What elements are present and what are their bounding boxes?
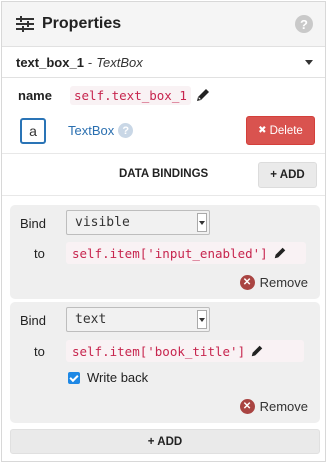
textbox-doc-link[interactable]: TextBox ?	[68, 123, 246, 138]
remove-label: Remove	[259, 399, 308, 414]
property-select-value: text	[75, 312, 107, 327]
component-selector[interactable]: text_box_1 - TextBox	[2, 47, 325, 78]
binding-expression[interactable]: self.item['input_enabled']	[66, 242, 306, 264]
add-binding-button[interactable]: + ADD	[258, 161, 317, 188]
component-type: TextBox	[96, 54, 143, 70]
chevron-down-icon[interactable]	[305, 59, 313, 65]
add-binding-bottom-button[interactable]: + ADD	[10, 429, 320, 454]
write-back-checkbox[interactable]	[68, 372, 80, 384]
textbox-link-label[interactable]: TextBox	[68, 123, 114, 138]
delete-button[interactable]: ✖ Delete	[246, 116, 315, 145]
property-select[interactable]: text	[66, 307, 210, 332]
name-row: name self.text_box_1	[2, 82, 325, 108]
chevron-down-icon[interactable]	[197, 213, 207, 232]
data-bindings-header: DATA BINDINGS + ADD	[2, 154, 325, 196]
pencil-icon[interactable]	[273, 246, 287, 260]
pencil-icon[interactable]	[195, 87, 211, 103]
remove-label: Remove	[259, 275, 308, 290]
write-back-label: Write back	[87, 370, 149, 385]
panel-header: Properties ?	[2, 2, 325, 47]
property-select[interactable]: visible	[66, 210, 210, 235]
binding-card: Bind text to self.item['book_title'] Wri…	[10, 302, 320, 423]
name-label: name	[18, 87, 52, 103]
properties-panel: Properties ? text_box_1 - TextBox name s…	[1, 1, 326, 462]
binding-expression[interactable]: self.item['book_title']	[66, 340, 304, 362]
remove-icon: ✕	[239, 275, 255, 290]
textbox-icon: a	[20, 117, 46, 144]
component-separator: -	[87, 54, 93, 70]
help-icon[interactable]: ?	[118, 123, 134, 138]
component-name-value[interactable]: self.text_box_1	[70, 85, 191, 105]
binding-card: Bind visible to self.item['input_enabled…	[10, 205, 320, 299]
close-icon: ✖	[258, 125, 267, 136]
binding-expression-text: self.item['book_title']	[72, 343, 246, 359]
chevron-down-icon[interactable]	[197, 310, 207, 329]
help-icon[interactable]: ?	[295, 15, 313, 33]
bind-label: Bind	[20, 313, 47, 328]
component-name: text_box_1	[16, 54, 84, 70]
binding-expression-text: self.item['input_enabled']	[72, 245, 268, 261]
remove-binding-button[interactable]: ✕ Remove	[239, 399, 308, 414]
delete-label: Delete	[269, 124, 303, 137]
sliders-icon	[16, 16, 34, 32]
to-label: to	[34, 344, 45, 359]
component-info-row: a TextBox ? ✖ Delete	[2, 108, 325, 154]
panel-title: Properties	[42, 15, 122, 32]
bind-label: Bind	[20, 216, 47, 231]
data-bindings-title: DATA BINDINGS	[119, 168, 209, 180]
property-select-value: visible	[75, 215, 130, 230]
remove-binding-button[interactable]: ✕ Remove	[239, 275, 308, 290]
remove-icon: ✕	[239, 399, 255, 414]
to-label: to	[34, 246, 45, 261]
pencil-icon[interactable]	[250, 344, 264, 358]
